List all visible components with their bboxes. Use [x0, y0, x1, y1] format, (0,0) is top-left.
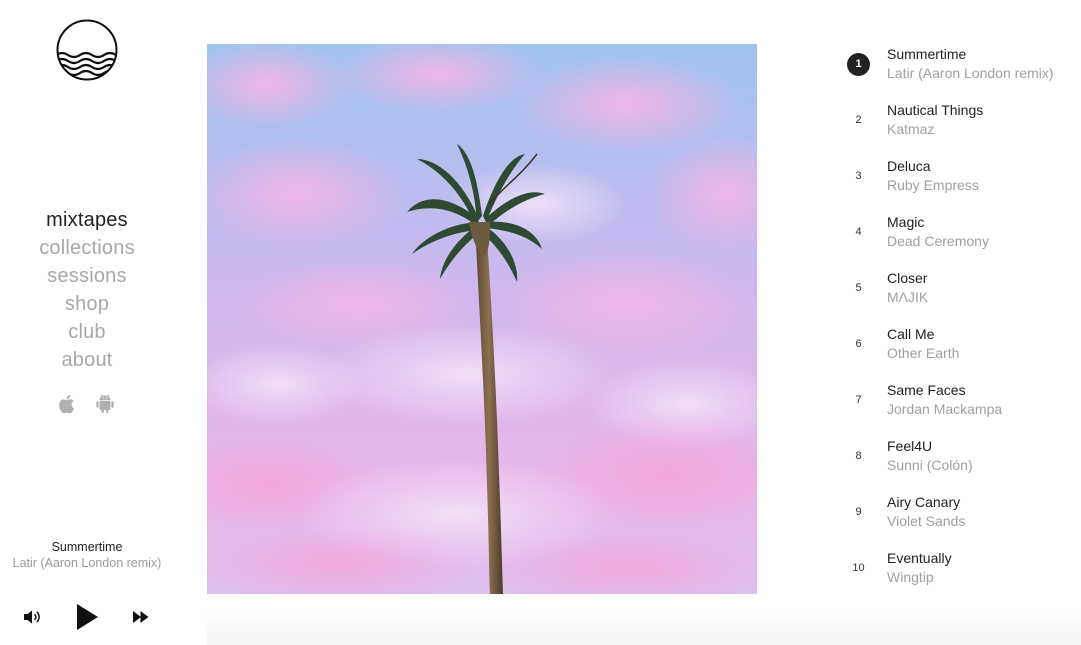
nav-item-collections[interactable]: collections	[0, 234, 174, 262]
track-item[interactable]: 2 Nautical Things Katmaz	[840, 100, 1081, 156]
track-item[interactable]: 10 Eventually Wingtip	[840, 548, 1081, 604]
track-number: 6	[855, 338, 862, 350]
nav-item-shop[interactable]: shop	[0, 290, 174, 318]
track-item[interactable]: 8 Feel4U Sunni (Colón)	[840, 436, 1081, 492]
track-item[interactable]: 5 Closer MΛJIK	[840, 268, 1081, 324]
track-item[interactable]: 1 Summertime Latir (Aaron London remix)	[840, 44, 1081, 100]
app-links	[58, 393, 120, 417]
track-number: 1	[847, 53, 870, 76]
volume-icon[interactable]	[23, 609, 41, 625]
track-title: Call Me	[887, 326, 935, 342]
track-item[interactable]: 4 Magic Dead Ceremony	[840, 212, 1081, 268]
mixtape-artwork[interactable]	[207, 44, 757, 594]
track-title: Summertime	[887, 46, 967, 62]
track-artist: Sunni (Colón)	[887, 457, 973, 473]
track-artist: Katmaz	[887, 121, 935, 137]
nav-item-about[interactable]: about	[0, 346, 174, 374]
main-nav: mixtapes collections sessions shop club …	[0, 206, 174, 374]
track-number: 3	[855, 170, 862, 182]
track-number: 7	[855, 394, 862, 406]
track-number: 2	[855, 114, 862, 126]
track-artist: Dead Ceremony	[887, 233, 989, 249]
next-icon[interactable]	[132, 610, 150, 624]
player-controls	[0, 600, 174, 634]
track-title: Closer	[887, 270, 928, 286]
track-item[interactable]: 9 Airy Canary Violet Sands	[840, 492, 1081, 548]
track-title: Airy Canary	[887, 494, 961, 510]
track-number: 10	[852, 562, 865, 574]
track-number: 8	[855, 450, 862, 462]
play-icon[interactable]	[74, 603, 100, 631]
track-title: Eventually	[887, 550, 952, 566]
track-item[interactable]: 6 Call Me Other Earth	[840, 324, 1081, 380]
track-artist: Other Earth	[887, 345, 960, 361]
track-artist: Ruby Empress	[887, 177, 979, 193]
track-title: Same Faces	[887, 382, 966, 398]
nav-item-mixtapes[interactable]: mixtapes	[0, 206, 174, 234]
track-artist: Latir (Aaron London remix)	[887, 65, 1054, 81]
track-artist: Jordan Mackampa	[887, 401, 1003, 417]
app-page: mixtapes collections sessions shop club …	[0, 0, 1081, 645]
logo-icon[interactable]	[56, 19, 118, 81]
now-playing: Summertime Latir (Aaron London remix)	[0, 539, 174, 571]
track-artist: Violet Sands	[887, 513, 966, 529]
track-title: Feel4U	[887, 438, 933, 454]
track-item[interactable]: 3 Deluca Ruby Empress	[840, 156, 1081, 212]
nav-item-club[interactable]: club	[0, 318, 174, 346]
track-number: 9	[855, 506, 862, 518]
now-playing-artist: Latir (Aaron London remix)	[12, 556, 162, 570]
android-icon[interactable]	[95, 393, 115, 415]
apple-icon[interactable]	[58, 393, 78, 415]
track-number: 4	[855, 226, 862, 238]
track-artist: Wingtip	[887, 569, 934, 585]
track-item[interactable]: 7 Same Faces Jordan Mackampa	[840, 380, 1081, 436]
track-title: Deluca	[887, 158, 931, 174]
track-number: 5	[855, 282, 862, 294]
track-title: Nautical Things	[887, 102, 984, 118]
nav-item-sessions[interactable]: sessions	[0, 262, 174, 290]
bottom-shade	[207, 612, 1081, 645]
tracklist: 1 Summertime Latir (Aaron London remix) …	[840, 44, 1081, 604]
track-title: Magic	[887, 214, 925, 230]
now-playing-title: Summertime	[51, 540, 123, 554]
track-artist: MΛJIK	[887, 289, 929, 305]
